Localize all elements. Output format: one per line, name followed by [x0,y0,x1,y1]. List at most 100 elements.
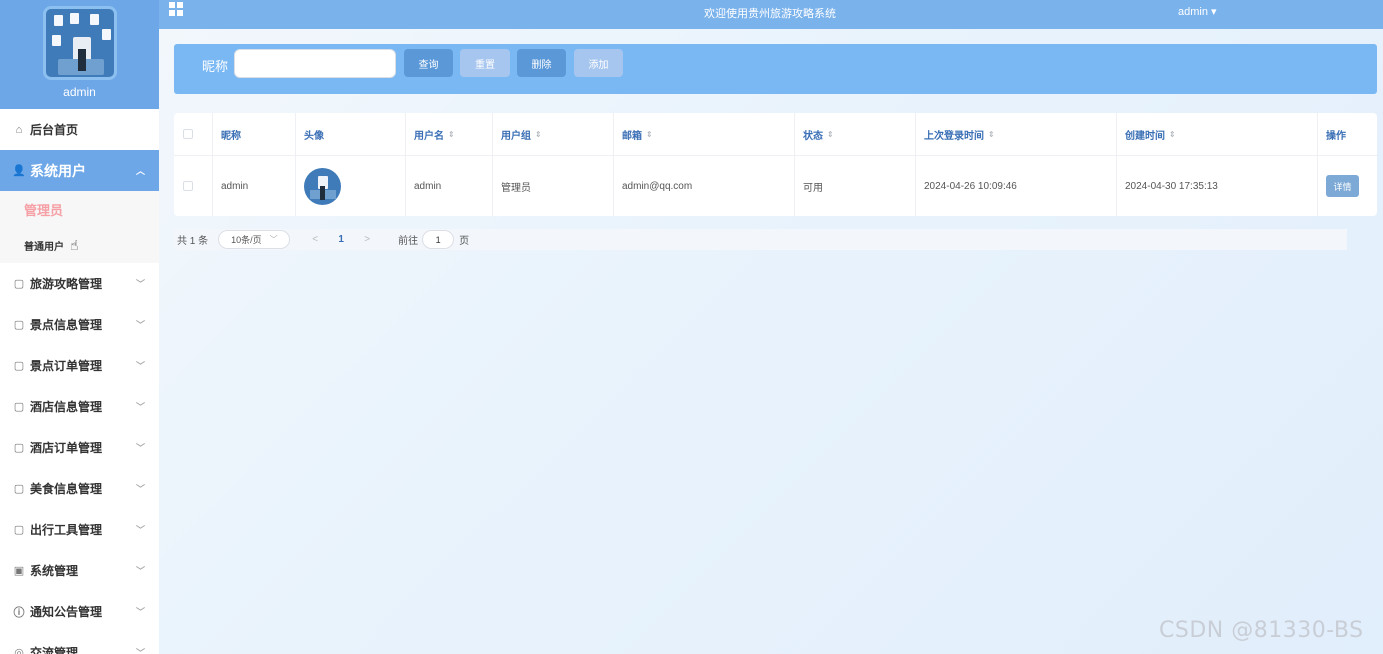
folder-icon: ▢ [13,483,25,495]
header-avatar: 头像 [296,113,406,155]
prev-page-button[interactable]: < [302,234,328,245]
chevron-down-icon: ﹀ [269,235,278,244]
goto-label: 前往 [398,236,419,247]
row-select-cell [174,156,213,216]
sidebar-item-label: 景点订单管理 [30,359,103,373]
folder-icon: ▢ [13,442,25,454]
avatar[interactable] [304,167,341,205]
page-size-value: 10条/页 [231,235,262,245]
avatar-card-shape [89,14,99,25]
picture-icon: ▣ [13,565,25,577]
header-label: 昵称 [221,130,241,142]
search-panel: 昵称 查询 重置 删除 添加 [174,44,1377,94]
folder-icon: ▢ [13,278,25,290]
sidebar-item-label: 酒店信息管理 [30,400,103,414]
table-header-row: 昵称 头像 用户名 ⇕ 用户组 ⇕ 邮箱 ⇕ 状态 ⇕ 上次登录时间 ⇕ 创建时… [174,113,1377,156]
sidebar-item-scenic-orders[interactable]: ▢ 景点订单管理 ﹀ [0,345,159,386]
avatar-card-shape [53,15,63,26]
sidebar-item-communication[interactable]: ◎ 交流管理 ﹀ [0,632,159,654]
avatar-card-shape [69,13,79,24]
header-action: 操作 [1318,113,1377,155]
add-button[interactable]: 添加 [574,49,623,77]
header-label: 用户名 [414,130,444,142]
watermark: CSDN @81330-BS [1159,618,1364,643]
folder-icon: ▢ [13,401,25,413]
nickname-label: 昵称 [202,59,229,74]
submenu-item-admin[interactable]: 管理员 [0,191,159,227]
table-row: admin admin 管理员 admin@qq.com 可用 2024-04-… [174,156,1377,216]
sidebar-item-home[interactable]: ⌂ 后台首页 [0,109,159,150]
sidebar-item-label: 旅游攻略管理 [30,277,103,291]
header-label: 头像 [304,130,324,142]
chevron-down-icon: ﹀ [135,525,145,535]
sidebar-item-travel-guide[interactable]: ▢ 旅游攻略管理 ﹀ [0,263,159,304]
detail-button[interactable]: 详情 [1326,175,1359,197]
header-label: 用户组 [501,130,531,142]
row-checkbox[interactable] [183,181,193,191]
sidebar-item-label: 后台首页 [30,123,79,137]
sort-icon[interactable]: ⇕ [535,130,542,139]
chevron-down-icon: ﹀ [135,402,145,412]
cell-nickname: admin [213,156,296,216]
grid-menu-icon[interactable] [169,2,184,17]
header-last-login[interactable]: 上次登录时间 ⇕ [916,113,1117,155]
select-all-checkbox[interactable] [183,129,193,139]
total-count: 共 1 条 [177,236,209,247]
chat-icon: ◎ [14,647,24,654]
header-username[interactable]: 用户名 ⇕ [406,113,493,155]
user-dropdown[interactable]: admin ▾ [1178,5,1217,18]
header-nickname: 昵称 [213,113,296,155]
sidebar-item-scenic-info[interactable]: ▢ 景点信息管理 ﹀ [0,304,159,345]
sidebar-item-label: 景点信息管理 [30,318,103,332]
cell-avatar [296,156,406,216]
sort-icon[interactable]: ⇕ [448,130,455,139]
sidebar-item-label: 出行工具管理 [30,523,103,537]
nickname-search-input[interactable] [234,49,396,78]
sort-icon[interactable]: ⇕ [988,130,995,139]
sidebar-item-transport-tools[interactable]: ▢ 出行工具管理 ﹀ [0,509,159,550]
chevron-down-icon: ﹀ [135,361,145,371]
header-label: 上次登录时间 [924,130,984,142]
sidebar: admin ⌂ 后台首页 👤 系统用户 ︿ 管理员 普通用户 ☝ ▢ 旅游攻略管… [0,0,159,654]
query-button[interactable]: 查询 [404,49,453,77]
sort-icon[interactable]: ⇕ [827,130,834,139]
reset-button[interactable]: 重置 [460,49,510,77]
header-created[interactable]: 创建时间 ⇕ [1117,113,1318,155]
sidebar-avatar[interactable] [42,6,117,80]
cell-email: admin@qq.com [614,156,795,216]
sort-icon[interactable]: ⇕ [646,130,653,139]
header-status[interactable]: 状态 ⇕ [795,113,916,155]
header-email[interactable]: 邮箱 ⇕ [614,113,795,155]
chevron-down-icon: ﹀ [135,607,145,617]
sidebar-item-system-management[interactable]: ▣ 系统管理 ﹀ [0,550,159,591]
info-icon: ⓘ [13,606,25,619]
sidebar-item-hotel-info[interactable]: ▢ 酒店信息管理 ﹀ [0,386,159,427]
sidebar-item-food-info[interactable]: ▢ 美食信息管理 ﹀ [0,468,159,509]
sidebar-item-label: 系统管理 [30,564,79,578]
submenu-item-normal-user[interactable]: 普通用户 ☝ [0,227,159,263]
cell-last-login: 2024-04-26 10:09:46 [916,156,1117,216]
page-size-select[interactable]: 10条/页 ﹀ [218,230,291,249]
header-label: 状态 [803,130,823,142]
next-page-button[interactable]: > [354,234,380,245]
sidebar-item-label: 交流管理 [30,646,79,654]
header-label: 创建时间 [1125,130,1165,142]
avatar-person-shape [77,49,86,71]
page-number-current[interactable]: 1 [328,234,354,245]
chevron-down-icon: ﹀ [135,566,145,576]
header-label: 操作 [1326,130,1346,142]
header-user-group[interactable]: 用户组 ⇕ [493,113,614,155]
sort-icon[interactable]: ⇕ [1169,130,1176,139]
chevron-down-icon: ﹀ [135,279,145,289]
chevron-down-icon: ﹀ [135,484,145,494]
header-label: 邮箱 [622,130,642,142]
sidebar-item-notice[interactable]: ⓘ 通知公告管理 ﹀ [0,591,159,632]
sidebar-item-label: 酒店订单管理 [30,441,103,455]
sidebar-item-hotel-orders[interactable]: ▢ 酒店订单管理 ﹀ [0,427,159,468]
delete-button[interactable]: 删除 [517,49,566,77]
sidebar-item-system-users[interactable]: 👤 系统用户 ︿ [0,150,159,191]
page-suffix: 页 [459,236,470,247]
cell-action: 详情 [1318,156,1377,216]
goto-page-input[interactable] [422,230,455,249]
folder-icon: ▢ [13,360,25,372]
